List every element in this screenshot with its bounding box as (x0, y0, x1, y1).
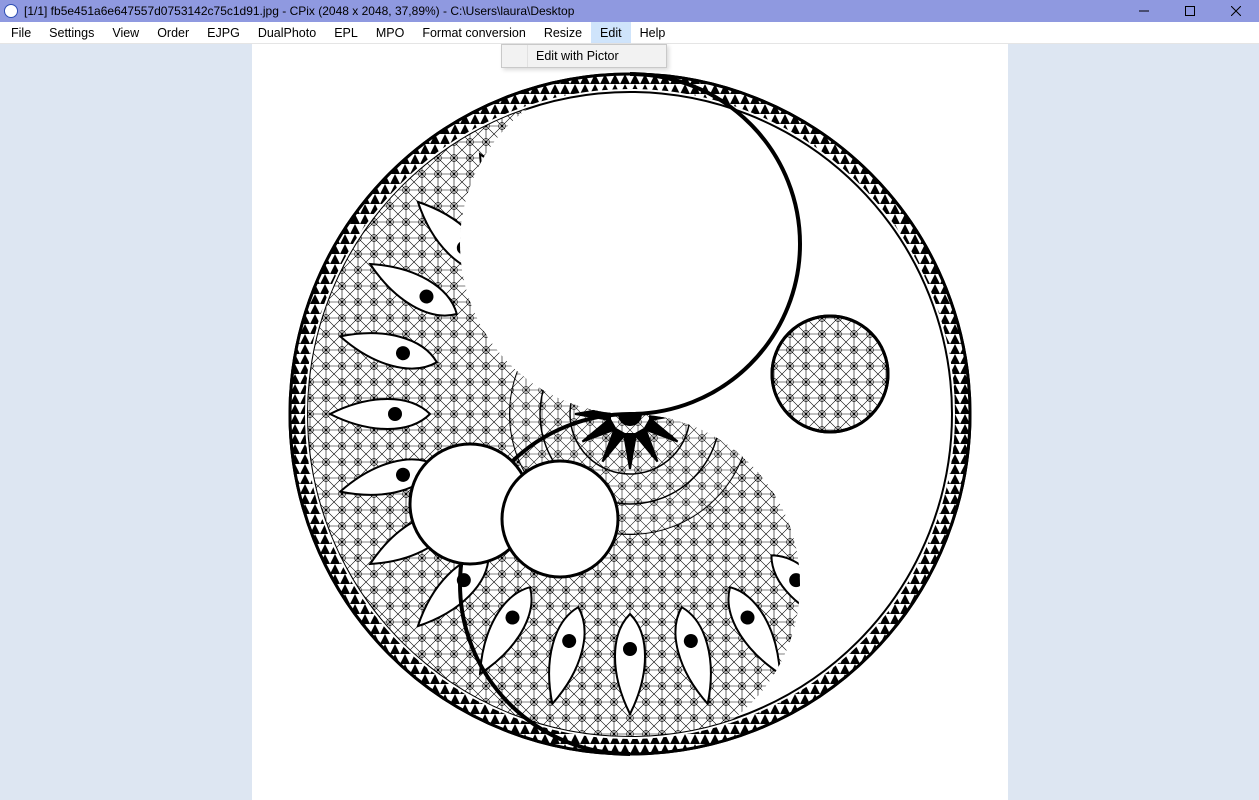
menu-file[interactable]: File (2, 22, 40, 43)
menu-mpo[interactable]: MPO (367, 22, 413, 43)
minimize-button[interactable] (1121, 0, 1167, 22)
menu-dualphoto[interactable]: DualPhoto (249, 22, 325, 43)
maximize-icon (1185, 6, 1195, 16)
menu-ejpg[interactable]: EJPG (198, 22, 249, 43)
close-button[interactable] (1213, 0, 1259, 22)
menu-format-conversion[interactable]: Format conversion (413, 22, 535, 43)
title-bar: [1/1] fb5e451a6e647557d0753142c75c1d91.j… (0, 0, 1259, 22)
edit-dropdown: Edit with Pictor (501, 44, 667, 68)
displayed-image (270, 54, 990, 774)
menu-help[interactable]: Help (631, 22, 675, 43)
yin-yang-mandala-image (270, 54, 990, 774)
menu-bar: File Settings View Order EJPG DualPhoto … (0, 22, 1259, 44)
window-title: [1/1] fb5e451a6e647557d0753142c75c1d91.j… (24, 4, 574, 18)
minimize-icon (1139, 6, 1149, 16)
menu-view[interactable]: View (103, 22, 148, 43)
window-controls (1121, 0, 1259, 22)
menu-epl[interactable]: EPL (325, 22, 367, 43)
workspace (0, 44, 1259, 800)
image-canvas[interactable] (252, 44, 1008, 800)
maximize-button[interactable] (1167, 0, 1213, 22)
menu-edit[interactable]: Edit (591, 22, 631, 43)
menu-settings[interactable]: Settings (40, 22, 103, 43)
close-icon (1231, 6, 1241, 16)
menu-resize[interactable]: Resize (535, 22, 591, 43)
dropdown-edit-with-pictor[interactable]: Edit with Pictor (502, 45, 666, 67)
app-icon (4, 4, 18, 18)
menu-order[interactable]: Order (148, 22, 198, 43)
